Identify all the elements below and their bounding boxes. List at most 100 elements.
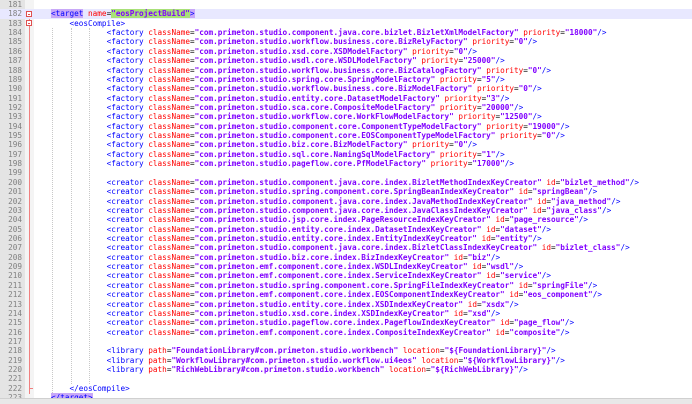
xml-attribute-value: "com.primeton.studio.wsdl.core.WSDLModel… (194, 56, 417, 66)
xml-tag-open: <creator (106, 224, 144, 234)
code-line[interactable]: 193 <factory className="com.primeton.stud… (0, 112, 692, 121)
xml-attribute-value: "com.primeton.emf.component.core.index.C… (194, 327, 491, 337)
code-line[interactable]: 212 <creator className="com.primeton.emf.… (0, 290, 692, 299)
xml-tag-close: /> (560, 327, 570, 337)
line-number: 221 (8, 374, 22, 384)
xml-tag-close: /> (541, 271, 552, 281)
code-line[interactable]: 197 <factory className="com.primeton.stud… (0, 150, 692, 159)
code-line[interactable]: 204 <creator className="com.primeton.stud… (0, 215, 692, 224)
code-line[interactable]: 211 <creator className="com.primeton.stud… (0, 281, 692, 290)
code-line[interactable]: 186 <factory className="com.primeton.stud… (0, 47, 692, 56)
code-line[interactable]: 199 (0, 168, 692, 177)
code-line[interactable]: 187 <factory className="com.primeton.stud… (0, 56, 692, 65)
code-line[interactable]: 189 <factory className="com.primeton.stud… (0, 75, 692, 84)
xml-attribute-name: id (541, 243, 551, 253)
xml-attribute-value: "com.primeton.studio.spring.component.co… (194, 187, 514, 197)
xml-attribute-name: priority (412, 46, 450, 56)
xml-tag-open: <factory (106, 84, 144, 94)
horizontal-scrollbar[interactable] (0, 398, 692, 404)
code-line[interactable]: 222 </eosCompile> (0, 384, 692, 393)
xml-attribute-value: "eosProjectBuild" (111, 9, 190, 19)
xml-attribute-value: "com.primeton.studio.component.java.core… (194, 28, 519, 38)
xml-tag-open: <factory (106, 102, 144, 112)
code-line[interactable]: 214 <creator className="com.primeton.stud… (0, 309, 692, 318)
code-editor[interactable]: 181 182 <target name="eosProjectBuild"> 183… (0, 0, 692, 403)
code-line[interactable]: 216 <creator className="com.primeton.emf.… (0, 328, 692, 337)
xml-attribute-value: "com.primeton.studio.xsd.core.XSDModelFa… (194, 46, 408, 56)
code-line[interactable]: 184 <factory className="com.primeton.stud… (0, 28, 692, 37)
fold-collapse-icon[interactable] (26, 20, 32, 27)
xml-attribute-value: "eos_component" (523, 290, 593, 300)
xml-attribute-value: "com.primeton.studio.biz.core.BizModelFa… (194, 140, 408, 150)
code-line[interactable]: 209 <creator className="com.primeton.emf.… (0, 262, 692, 271)
xml-attribute-name: id (518, 187, 528, 197)
xml-tag-close: /> (555, 131, 565, 141)
code-line[interactable]: 221 (0, 374, 692, 383)
xml-attribute-name: className (148, 280, 190, 290)
xml-attribute-name: className (148, 234, 190, 243)
xml-tag-open: <factory (106, 56, 144, 66)
xml-attribute-value: "com.primeton.studio.jsp.core.index.Page… (194, 215, 491, 225)
code-line[interactable]: 183 <eosCompile> (0, 19, 692, 28)
code-line[interactable]: 215 <creator className="com.primeton.stud… (0, 318, 692, 327)
code-line[interactable]: 181 (0, 0, 692, 9)
xml-attribute-name: priority (500, 131, 538, 141)
fold-collapse-icon[interactable] (26, 11, 32, 18)
xml-attribute-value: "com.primeton.studio.component.core.EOSC… (194, 131, 496, 141)
code-text: <creator className="com.primeton.emf.com… (107, 328, 570, 337)
xml-attribute-value: "page_resource" (509, 215, 579, 225)
code-line[interactable]: 207 <creator className="com.primeton.stud… (0, 243, 692, 252)
xml-attribute-name: className (148, 84, 190, 94)
xml-tag-close: /> (509, 299, 519, 309)
code-text: <creator className="com.primeton.studio.… (107, 253, 501, 262)
xml-attribute-name: priority (523, 28, 561, 38)
xml-attribute-name: className (148, 290, 190, 300)
xml-attribute-value: "java_class" (546, 205, 602, 215)
xml-attribute-name: className (148, 327, 190, 337)
xml-attribute-value: "biz" (467, 252, 491, 262)
code-line[interactable]: 205 <creator className="com.primeton.stud… (0, 225, 692, 234)
xml-attribute-value: "service" (500, 271, 542, 281)
xml-tag-open: <factory (106, 112, 144, 122)
code-line[interactable]: 220 <library path="RichWebLibrary#com.pri… (0, 365, 692, 374)
line-number: 196 (8, 140, 22, 150)
line-number: 191 (8, 93, 22, 103)
xml-tag-close: /> (513, 102, 524, 112)
xml-tag-close: /> (588, 280, 598, 290)
code-line[interactable]: 219 <library path="WorkflowLibrary#com.pr… (0, 356, 692, 365)
code-line[interactable]: 198 <factory className="com.primeton.stud… (0, 159, 692, 168)
code-line[interactable]: 195 <factory className="com.primeton.stud… (0, 131, 692, 140)
code-line[interactable]: 188 <factory className="com.primeton.stud… (0, 66, 692, 75)
xml-tag-open: <creator (106, 327, 144, 337)
line-number: 204 (8, 215, 22, 225)
xml-tag-open: <library (106, 355, 144, 365)
xml-attribute-value: "com.primeton.studio.xsd.core.index.XSDI… (194, 308, 450, 318)
code-line[interactable]: 206 <creator className="com.primeton.stud… (0, 234, 692, 243)
code-line[interactable]: 201 <creator className="com.primeton.stud… (0, 187, 692, 196)
code-line[interactable]: 210 <creator className="com.primeton.emf.… (0, 271, 692, 280)
xml-attribute-value: "com.primeton.studio.component.java.core… (194, 205, 528, 215)
code-line[interactable]: 218 <library path="FoundationLibrary#com.… (0, 346, 692, 355)
line-number: 206 (8, 234, 22, 243)
code-line[interactable]: 217 (0, 337, 692, 346)
code-line[interactable]: 192 <factory className="com.primeton.stud… (0, 103, 692, 112)
code-line[interactable]: 191 <factory className="com.primeton.stud… (0, 94, 692, 103)
xml-attribute-value: "com.primeton.studio.component.core.Comp… (194, 121, 482, 131)
line-number: 211 (8, 280, 22, 290)
code-text: <creator className="com.primeton.studio.… (107, 206, 612, 215)
code-line[interactable]: 202 <creator className="com.primeton.stud… (0, 197, 692, 206)
xml-attribute-name: className (148, 121, 190, 131)
xml-tag-close: /> (629, 177, 639, 187)
code-line[interactable]: 213 <creator className="com.primeton.stud… (0, 300, 692, 309)
line-number: 205 (8, 224, 22, 234)
code-line[interactable]: 182 <target name="eosProjectBuild"> (0, 9, 692, 19)
code-line[interactable]: 200 <creator className="com.primeton.stud… (0, 178, 692, 187)
code-line[interactable]: 203 <creator className="com.primeton.stud… (0, 206, 692, 215)
code-line[interactable]: 194 <factory className="com.primeton.stud… (0, 122, 692, 131)
code-text: <creator className="com.primeton.emf.com… (107, 271, 551, 280)
xml-attribute-name: name (88, 9, 107, 19)
code-line[interactable]: 190 <factory className="com.primeton.stud… (0, 84, 692, 93)
code-line[interactable]: 185 <factory className="com.primeton.stud… (0, 37, 692, 46)
code-line[interactable]: 196 <factory className="com.primeton.stud… (0, 140, 692, 149)
code-line[interactable]: 208 <creator className="com.primeton.stud… (0, 253, 692, 262)
